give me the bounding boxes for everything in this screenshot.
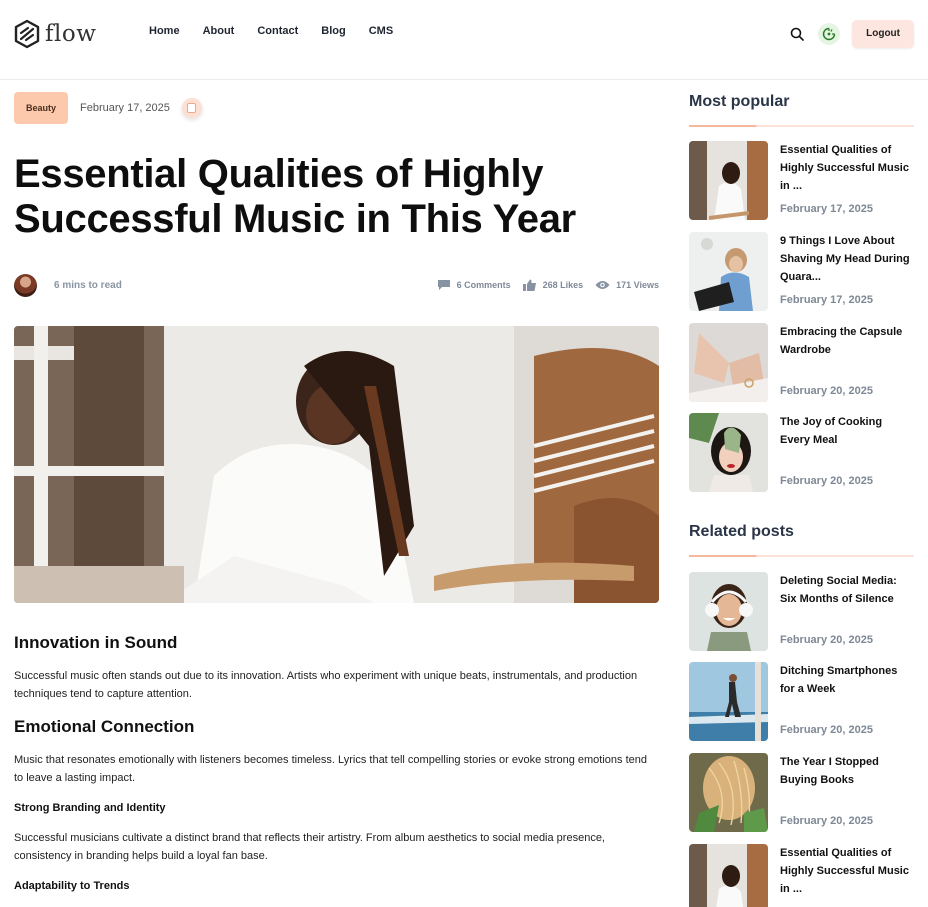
section-paragraph: Successful music often stands out due to… [14,670,638,700]
bookmark-icon[interactable] [181,98,202,118]
related-post[interactable]: Essential Qualities of Highly Successful… [689,844,914,907]
section-paragraph: Music that resonates emotionally with li… [14,754,647,784]
post-thumbnail[interactable] [689,753,768,832]
post-title[interactable]: Essential Qualities of Highly Successful… [780,844,915,898]
eye-icon [595,281,610,289]
views-stat: 171 Views [595,280,659,290]
related-post[interactable]: Deleting Social Media: Six Months of Sil… [689,572,914,652]
theme-toggle-icon[interactable] [818,23,841,45]
read-time: 6 mins to read [54,279,122,291]
author-row: 6 mins to read 6 Comments 268 Likes 171 … [14,273,659,297]
related-post[interactable]: Ditching Smartphones for a Week February… [689,662,914,742]
search-icon[interactable] [788,25,806,43]
views-count: 171 Views [616,280,659,290]
post-thumbnail[interactable] [689,844,768,907]
nav-contact[interactable]: Contact [257,25,298,37]
main-nav: Home About Contact Blog CMS [149,25,416,37]
post-title[interactable]: 9 Things I Love About Shaving My Head Du… [780,232,915,286]
likes-stat[interactable]: 268 Likes [522,279,584,291]
header-actions: Logout [788,20,914,48]
post-title[interactable]: Deleting Social Media: Six Months of Sil… [780,572,915,608]
post-date: February 17, 2025 [780,294,873,306]
post-title[interactable]: The Joy of Cooking Every Meal [780,413,915,449]
comments-stat[interactable]: 6 Comments [437,279,511,291]
most-popular-title: Most popular [689,93,790,110]
popular-post[interactable]: 9 Things I Love About Shaving My Head Du… [689,232,914,312]
post-date: February 20, 2025 [780,475,873,487]
section-heading: Emotional Connection [14,717,195,736]
post-thumbnail[interactable] [689,413,768,492]
section-paragraph: Successful musicians cultivate a distinc… [14,832,605,862]
post-title[interactable]: Embracing the Capsule Wardrobe [780,323,915,359]
nav-home[interactable]: Home [149,25,180,37]
post-thumbnail[interactable] [689,141,768,220]
hero-image [14,326,659,603]
section-heading: Innovation in Sound [14,633,178,652]
article-meta: Beauty February 17, 2025 [14,92,202,124]
section-divider [689,555,914,557]
post-title[interactable]: Essential Qualities of Highly Successful… [780,141,915,195]
post-date: February 20, 2025 [780,724,873,736]
post-thumbnail[interactable] [689,323,768,402]
brand-logo[interactable]: flow [14,19,96,49]
author-avatar[interactable] [14,273,37,297]
category-badge[interactable]: Beauty [14,92,69,124]
section-divider [689,125,914,127]
popular-post[interactable]: The Joy of Cooking Every Meal February 2… [689,413,914,493]
site-header: flow Home About Contact Blog CMS Logout [0,0,928,80]
article-stats: 6 Comments 268 Likes 171 Views [437,279,659,291]
comments-count: 6 Comments [456,280,511,290]
post-date: February 20, 2025 [780,815,873,827]
post-date: February 20, 2025 [780,634,873,646]
nav-cms[interactable]: CMS [369,25,393,37]
post-title[interactable]: Ditching Smartphones for a Week [780,662,915,698]
related-posts-title: Related posts [689,523,794,540]
related-post[interactable]: The Year I Stopped Buying Books February… [689,753,914,833]
article-date: February 17, 2025 [80,102,170,114]
logout-button[interactable]: Logout [852,20,914,48]
post-thumbnail[interactable] [689,572,768,651]
logo-mark-icon [14,19,40,49]
post-date: February 17, 2025 [780,203,873,215]
subsection-heading: Adaptability to Trends [14,880,130,892]
article-title: Essential Qualities of Highly Successful… [14,152,576,241]
subsection-heading: Strong Branding and Identity [14,802,166,814]
nav-blog[interactable]: Blog [321,25,345,37]
brand-name: flow [45,21,97,47]
post-date: February 20, 2025 [780,385,873,397]
popular-post[interactable]: Embracing the Capsule Wardrobe February … [689,323,914,403]
post-thumbnail[interactable] [689,662,768,741]
nav-about[interactable]: About [203,25,235,37]
comment-icon [437,280,450,290]
likes-count: 268 Likes [542,280,584,290]
post-title[interactable]: The Year I Stopped Buying Books [780,753,915,789]
thumbs-up-icon [522,279,536,291]
popular-post[interactable]: Essential Qualities of Highly Successful… [689,141,914,221]
post-thumbnail[interactable] [689,232,768,311]
